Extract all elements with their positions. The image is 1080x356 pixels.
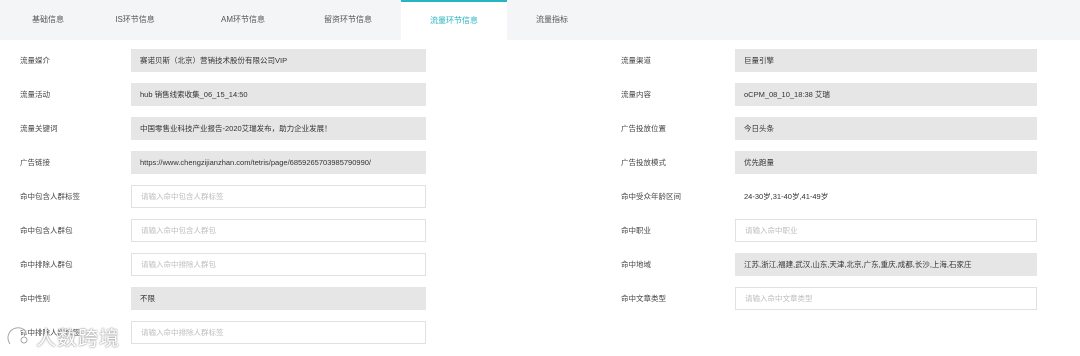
watermark-logo-icon: [6, 326, 28, 345]
region-value: 江苏,浙江,福建,武汉,山东,天津,北京,广东,重庆,成都,长沙,上海,石家庄: [735, 253, 1037, 276]
traffic-media-label: 流量媒介: [20, 56, 50, 65]
tab-bar: 基础信息 IS环节信息 AM环节信息 留资环节信息 流量环节信息 流量指标: [0, 0, 1080, 40]
tab-traffic-metrics[interactable]: 流量指标: [507, 0, 597, 40]
tab-traffic-stage[interactable]: 流量环节信息: [401, 0, 507, 40]
article-type-label: 命中文章类型: [621, 294, 666, 303]
exclude-audience-pack-label: 命中排除人群包: [20, 260, 73, 269]
watermark: 人数跨境: [4, 318, 120, 354]
occupation-input[interactable]: [735, 219, 1037, 242]
traffic-media-value: 赛诺贝斯（北京）营销技术股份有限公司VIP: [131, 49, 426, 72]
include-audience-tag-label: 命中包含人群标签: [20, 192, 80, 201]
age-range-value: 24-30岁,31-40岁,41-49岁: [735, 185, 1037, 208]
ad-mode-label: 广告投放模式: [621, 158, 666, 167]
occupation-label: 命中职业: [621, 226, 651, 235]
include-audience-tag-input[interactable]: [131, 185, 426, 208]
traffic-channel-value: 巨量引擎: [735, 49, 1037, 72]
ad-mode-value: 优先跑量: [735, 151, 1037, 174]
tab-basic-info[interactable]: 基础信息: [0, 0, 96, 40]
traffic-keyword-label: 流量关键词: [20, 124, 58, 133]
age-range-label: 命中受众年龄区间: [621, 192, 681, 201]
tab-am-stage[interactable]: AM环节信息: [190, 0, 296, 40]
article-type-input[interactable]: [735, 287, 1037, 310]
include-audience-pack-input[interactable]: [131, 219, 426, 242]
include-audience-pack-label: 命中包含人群包: [20, 226, 73, 235]
ad-placement-value: 今日头条: [735, 117, 1037, 140]
exclude-audience-pack-input[interactable]: [131, 253, 426, 276]
traffic-content-value: oCPM_08_10_18:38 艾瑞: [735, 83, 1037, 106]
gender-label: 命中性别: [20, 294, 50, 303]
gender-value: 不限: [131, 287, 426, 310]
tab-leads-stage[interactable]: 留资环节信息: [296, 0, 400, 40]
ad-placement-label: 广告投放位置: [621, 124, 666, 133]
traffic-activity-value: hub 销售线索收集_06_15_14:50: [131, 83, 426, 106]
traffic-channel-label: 流量渠道: [621, 56, 651, 65]
region-label: 命中地域: [621, 260, 651, 269]
exclude-audience-tag-input[interactable]: [131, 321, 426, 344]
traffic-keyword-value: 中国零售业科技产业报告-2020艾瑞发布，助力企业发展！: [131, 117, 426, 140]
watermark-text: 人数跨境: [36, 325, 120, 350]
traffic-activity-label: 流量活动: [20, 90, 50, 99]
tab-is-stage[interactable]: IS环节信息: [84, 0, 186, 40]
ad-link-value: https://www.chengzijianzhan.com/tetris/p…: [131, 151, 426, 174]
ad-link-label: 广告链接: [20, 158, 50, 167]
traffic-content-label: 流量内容: [621, 90, 651, 99]
